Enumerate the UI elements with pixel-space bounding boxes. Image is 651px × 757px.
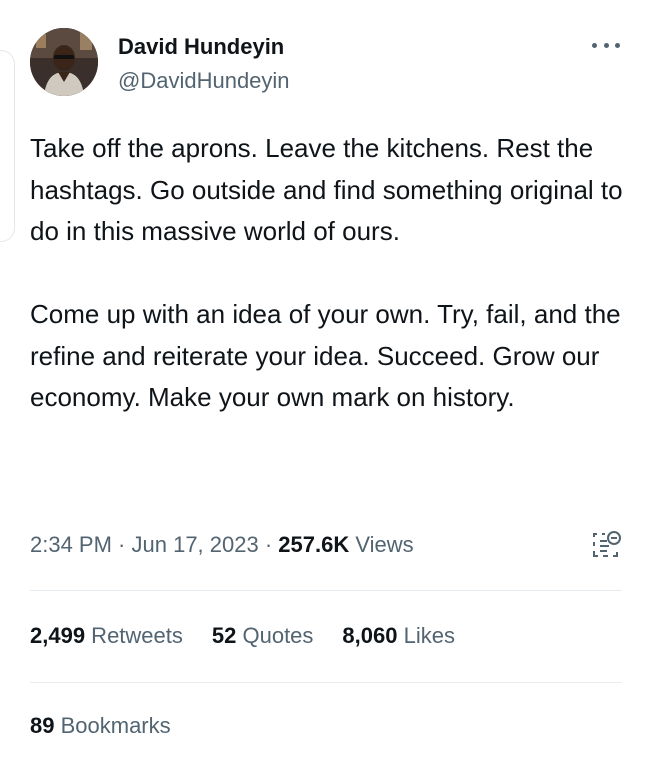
likes-count: 8,060 — [342, 623, 398, 648]
more-horizontal-icon[interactable] — [592, 38, 620, 52]
avatar[interactable] — [30, 28, 98, 96]
engagement-stats: 2,499 Retweets 52 Quotes 8,060 Likes — [30, 623, 484, 649]
tweet-page: David Hundeyin @DavidHundeyin Take off t… — [0, 0, 651, 757]
meta-separator: · — [258, 532, 279, 557]
quotes-count: 52 — [211, 623, 237, 648]
tweet-date[interactable]: Jun 17, 2023 — [132, 532, 259, 557]
bookmarks-label: Bookmarks — [54, 713, 171, 738]
bookmarks-stat[interactable]: 89 Bookmarks — [30, 713, 171, 739]
more-dot — [615, 42, 620, 48]
tweet-paragraph: Take off the aprons. Leave the kitchens.… — [30, 133, 623, 246]
tweet-text: Take off the aprons. Leave the kitchens.… — [30, 128, 630, 419]
tweet-header: David Hundeyin @DavidHundeyin — [30, 28, 630, 98]
more-dot — [592, 42, 597, 48]
meta-separator: · — [111, 532, 132, 557]
views-count: 257.6K — [278, 532, 350, 557]
bookmarks-count: 89 — [30, 713, 55, 738]
tweet-meta: 2:34 PM · Jun 17, 2023 · 257.6K Views — [30, 532, 630, 558]
analytics-icon[interactable] — [590, 529, 622, 561]
tweet-paragraph: Come up with an idea of your own. Try, f… — [30, 299, 621, 412]
more-dot — [603, 42, 609, 48]
tweet-time[interactable]: 2:34 PM — [30, 532, 112, 557]
likes-stat[interactable]: 8,060 Likes — [342, 623, 455, 649]
retweets-count: 2,499 — [30, 623, 86, 648]
divider — [30, 590, 622, 591]
views-label: Views — [349, 532, 414, 557]
quotes-label: Quotes — [236, 623, 314, 648]
retweets-stat[interactable]: 2,499 Retweets — [30, 623, 183, 649]
divider — [30, 682, 622, 683]
author-name[interactable]: David Hundeyin — [118, 34, 284, 60]
likes-label: Likes — [397, 623, 455, 648]
quotes-stat[interactable]: 52 Quotes — [212, 623, 314, 649]
author-handle[interactable]: @DavidHundeyin — [118, 68, 290, 94]
retweets-label: Retweets — [85, 623, 183, 648]
side-panel-edge — [0, 50, 15, 242]
